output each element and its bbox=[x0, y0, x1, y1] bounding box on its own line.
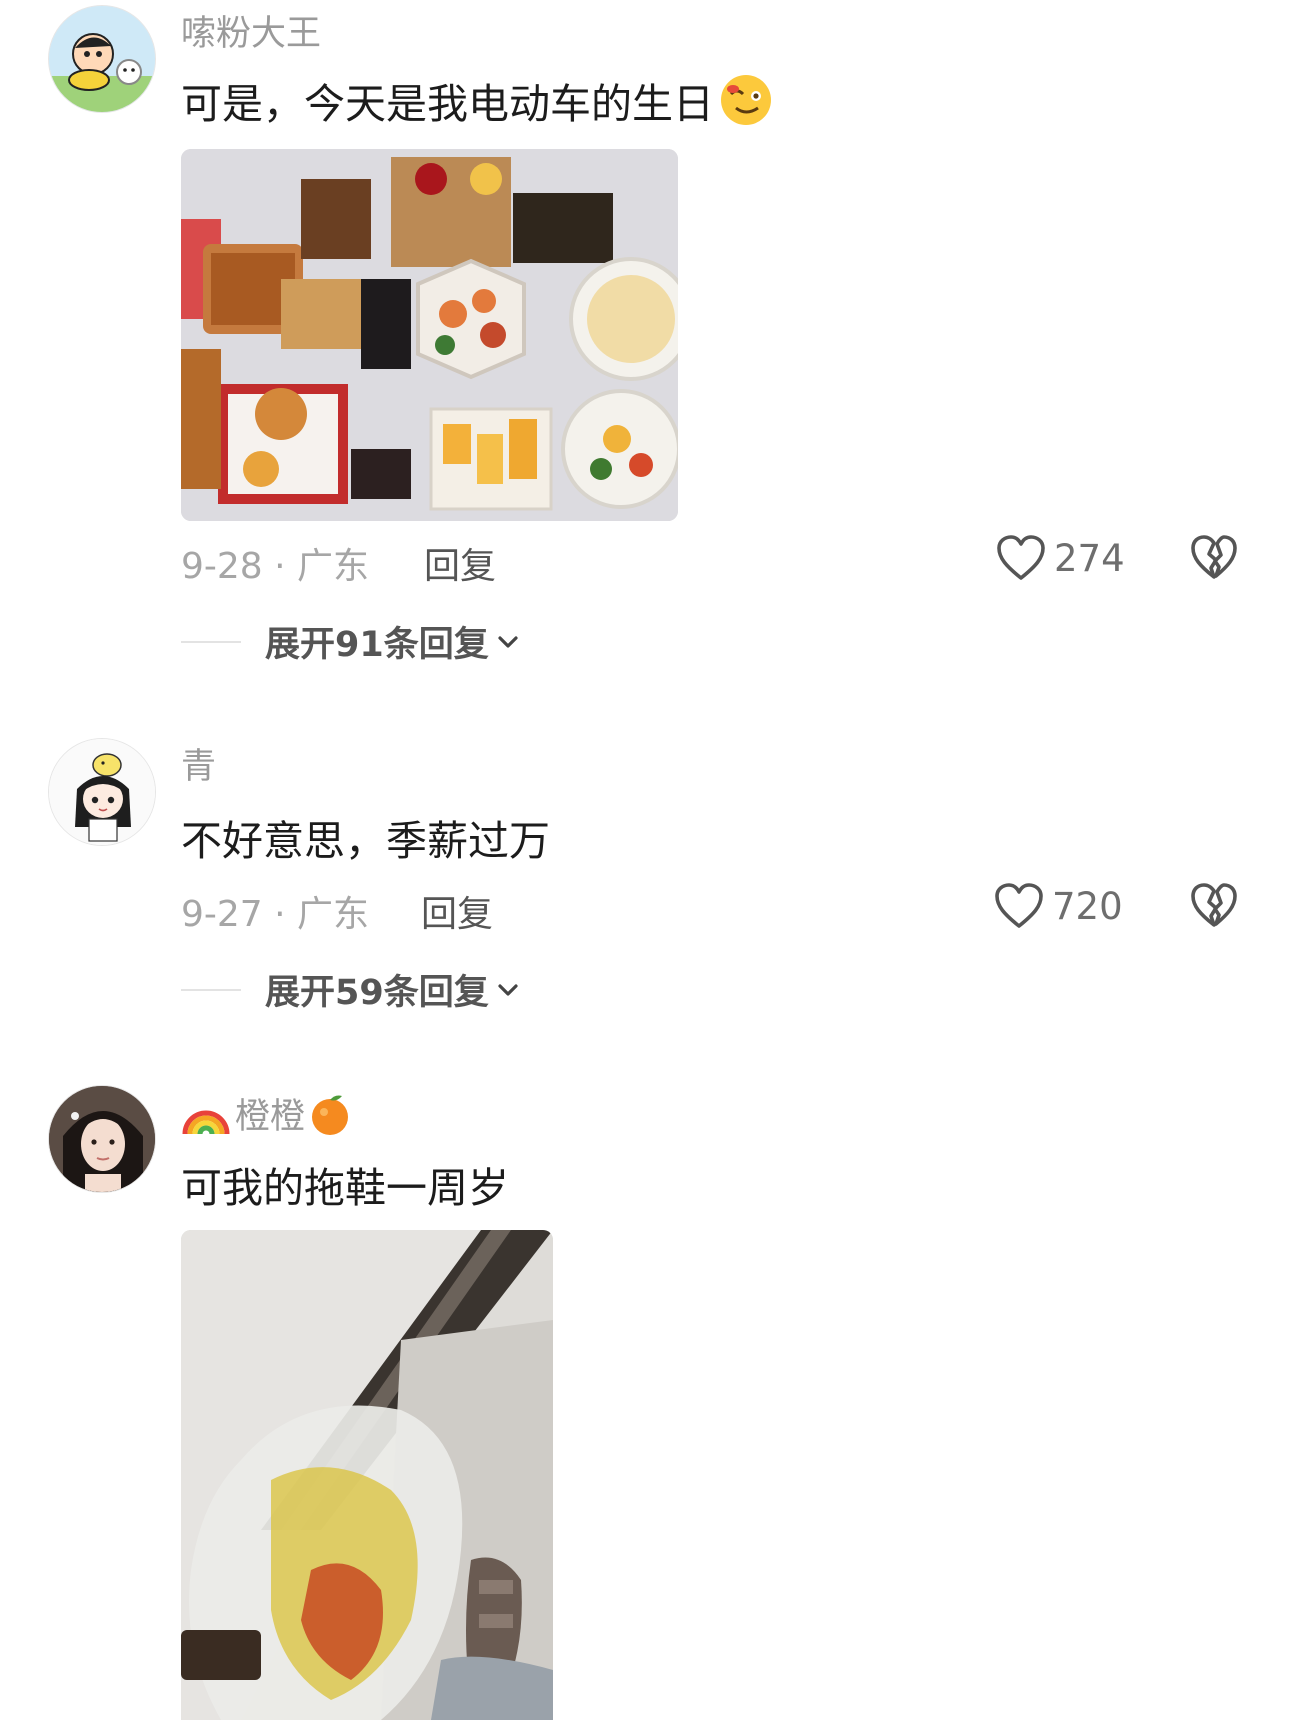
dislike-button[interactable] bbox=[1190, 534, 1238, 586]
orange-emoji-icon bbox=[312, 1095, 349, 1135]
reply-button[interactable]: 回复 bbox=[421, 885, 493, 937]
dislike-button[interactable] bbox=[1190, 882, 1238, 934]
expand-divider bbox=[181, 640, 241, 643]
expand-replies-label: 展开91条回复 bbox=[265, 625, 489, 665]
like-button[interactable]: 720 bbox=[994, 882, 1123, 930]
slippers-photo[interactable] bbox=[181, 1230, 553, 1720]
like-count: 720 bbox=[1052, 884, 1123, 928]
expand-replies-label: 展开59条回复 bbox=[265, 973, 489, 1013]
username[interactable]: 橙橙 bbox=[181, 1088, 351, 1139]
expand-replies[interactable]: 展开59条回复 bbox=[181, 964, 521, 1015]
broken-heart-icon bbox=[1191, 535, 1237, 579]
comment-text: 不好意思，季薪过万 bbox=[181, 817, 550, 865]
username-text: 橙橙 bbox=[235, 1097, 306, 1137]
heart-outline-icon bbox=[997, 535, 1045, 580]
comment-text: 可我的拖鞋一周岁 bbox=[181, 1164, 509, 1212]
reply-button[interactable]: 回复 bbox=[424, 537, 496, 589]
username[interactable]: 嗦粉大王 bbox=[181, 5, 321, 56]
username[interactable]: 青 bbox=[181, 738, 216, 789]
broken-heart-icon bbox=[1191, 883, 1237, 927]
like-button[interactable]: 274 bbox=[996, 534, 1125, 582]
wink-tongue-emoji-icon bbox=[718, 72, 774, 128]
expand-replies[interactable]: 展开91条回复 bbox=[181, 616, 521, 667]
avatar-anime-girl[interactable] bbox=[48, 738, 156, 846]
heart-outline-icon bbox=[995, 883, 1043, 928]
date-location: 9-27 · 广东 bbox=[181, 894, 370, 935]
avatar-cartoon[interactable] bbox=[48, 5, 156, 113]
rainbow-emoji-icon bbox=[182, 1110, 230, 1134]
like-count: 274 bbox=[1054, 536, 1125, 580]
date-location: 9-28 · 广东 bbox=[181, 546, 370, 587]
comment-text-content: 可是，今天是我电动车的生日 bbox=[181, 80, 714, 128]
chevron-down-icon bbox=[498, 635, 518, 648]
comment-text: 可是，今天是我电动车的生日 bbox=[181, 70, 774, 130]
avatar-photo[interactable] bbox=[48, 1085, 156, 1193]
food-spread-photo[interactable] bbox=[181, 149, 678, 521]
chevron-down-icon bbox=[498, 983, 518, 996]
expand-divider bbox=[181, 988, 241, 991]
